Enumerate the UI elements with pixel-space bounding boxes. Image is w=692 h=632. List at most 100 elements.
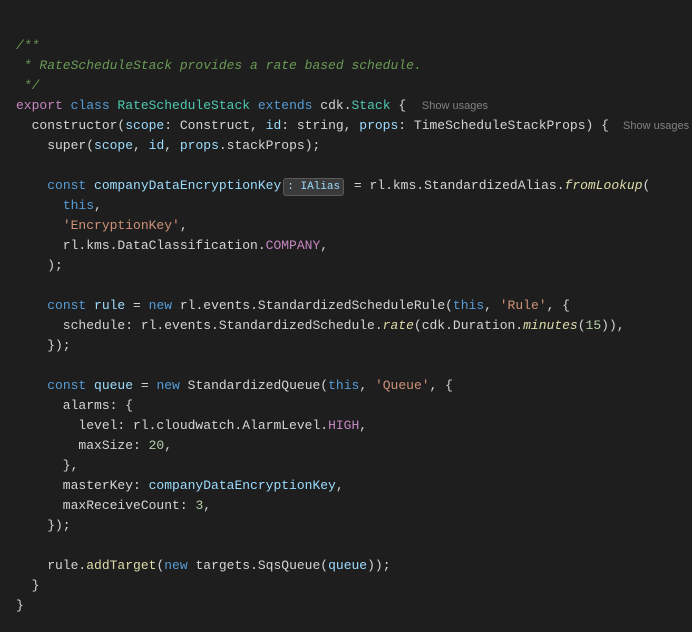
code-token: COMPANY xyxy=(266,236,321,256)
code-line: super(scope, id, props.stackProps); xyxy=(0,136,692,156)
code-token: StandardizedQueue( xyxy=(188,376,328,396)
code-line: alarms: { xyxy=(0,396,692,416)
code-token: , { xyxy=(430,376,453,396)
code-token: }); xyxy=(16,336,71,356)
code-token: 'Queue' xyxy=(375,376,430,396)
code-line: }); xyxy=(0,336,692,356)
code-token: , xyxy=(203,496,211,516)
code-token: new xyxy=(164,556,195,576)
code-line: maxReceiveCount: 3, xyxy=(0,496,692,516)
code-token: this xyxy=(453,296,484,316)
code-token: export xyxy=(16,96,71,116)
code-line: rl.kms.DataClassification.COMPANY, xyxy=(0,236,692,256)
code-token: rule. xyxy=(16,556,86,576)
code-token: * RateScheduleStack provides a rate base… xyxy=(16,56,422,76)
code-token: /** xyxy=(16,36,39,56)
code-line xyxy=(0,276,692,296)
code-token: rl.events.StandardizedScheduleRule( xyxy=(180,296,453,316)
code-token: ); xyxy=(16,256,63,276)
code-token: : Construct, xyxy=(164,116,265,136)
code-line xyxy=(0,356,692,376)
code-token: props xyxy=(359,116,398,136)
code-token: maxSize: xyxy=(16,436,149,456)
code-token: } xyxy=(16,576,39,596)
code-token: Stack xyxy=(352,96,391,116)
code-line: rule.addTarget(new targets.SqsQueue(queu… xyxy=(0,556,692,576)
code-token: cdk xyxy=(320,96,343,116)
code-token: props xyxy=(180,136,219,156)
keyword-const: const xyxy=(47,176,94,196)
code-text: ( xyxy=(643,176,651,196)
code-token xyxy=(16,196,63,216)
code-line: */ xyxy=(0,76,692,96)
code-token: minutes xyxy=(523,316,578,336)
code-line: const queue = new StandardizedQueue(this… xyxy=(0,376,692,396)
code-line: 'EncryptionKey', xyxy=(0,216,692,236)
variable-name: companyDataEncryptionKey xyxy=(94,176,281,196)
code-token: , xyxy=(164,136,180,156)
code-token: maxReceiveCount: xyxy=(16,496,195,516)
code-token: scope xyxy=(94,136,133,156)
code-token: scope xyxy=(125,116,164,136)
code-token xyxy=(16,296,47,316)
code-token: RateScheduleStack xyxy=(117,96,257,116)
code-token: , xyxy=(484,296,500,316)
code-token: 3 xyxy=(195,496,203,516)
code-token: { xyxy=(391,96,414,116)
code-token: this xyxy=(63,196,94,216)
code-token: .stackProps); xyxy=(219,136,320,156)
code-token: targets.SqsQueue( xyxy=(195,556,328,576)
code-token: rate xyxy=(383,316,414,336)
code-line: export class RateScheduleStack extends c… xyxy=(0,96,692,116)
code-line: maxSize: 20, xyxy=(0,436,692,456)
code-token: const xyxy=(47,376,94,396)
code-token xyxy=(16,216,63,236)
code-line: this, xyxy=(0,196,692,216)
show-usages-link[interactable]: Show usages xyxy=(617,118,689,135)
code-token: */ xyxy=(16,76,39,96)
code-token: . xyxy=(344,96,352,116)
code-line: constructor(scope: Construct, id: string… xyxy=(0,116,692,136)
code-token: rl.kms.DataClassification. xyxy=(16,236,266,256)
code-token: queue xyxy=(328,556,367,576)
code-token: )), xyxy=(601,316,624,336)
code-token: , xyxy=(180,216,188,236)
code-token: , xyxy=(164,436,172,456)
code-token: , xyxy=(133,136,149,156)
code-token: extends xyxy=(258,96,320,116)
code-token: : TimeScheduleStackProps) { xyxy=(398,116,609,136)
type-badge: : IAlias xyxy=(283,178,344,197)
code-token: , { xyxy=(547,296,570,316)
code-token: , xyxy=(320,236,328,256)
code-token: }, xyxy=(16,456,78,476)
code-token: const xyxy=(47,296,94,316)
code-line: * RateScheduleStack provides a rate base… xyxy=(0,56,692,76)
code-token: , xyxy=(359,376,375,396)
code-viewer: /** * RateScheduleStack provides a rate … xyxy=(0,12,692,620)
code-token: } xyxy=(16,596,24,616)
code-line xyxy=(0,156,692,176)
code-token: rule xyxy=(94,296,125,316)
code-token: level: rl.cloudwatch.AlarmLevel. xyxy=(16,416,328,436)
code-token: , xyxy=(336,476,344,496)
code-text: = rl.kms.StandardizedAlias. xyxy=(346,176,564,196)
code-line: }); xyxy=(0,516,692,536)
code-line: const rule = new rl.events.StandardizedS… xyxy=(0,296,692,316)
code-line: masterKey: companyDataEncryptionKey, xyxy=(0,476,692,496)
code-token: 15 xyxy=(586,316,602,336)
code-token: }); xyxy=(16,516,71,536)
code-token: ( xyxy=(156,556,164,576)
code-token: new xyxy=(156,376,187,396)
method-name: fromLookup xyxy=(565,176,643,196)
code-token: addTarget xyxy=(86,556,156,576)
code-token: HIGH xyxy=(328,416,359,436)
code-token: 20 xyxy=(149,436,165,456)
code-line: } xyxy=(0,576,692,596)
code-token: : string, xyxy=(281,116,359,136)
code-token: class xyxy=(71,96,118,116)
code-token: queue xyxy=(94,376,133,396)
show-usages-link[interactable]: Show usages xyxy=(422,98,488,115)
code-token: )); xyxy=(367,556,390,576)
code-token: , xyxy=(359,416,367,436)
code-line: level: rl.cloudwatch.AlarmLevel.HIGH, xyxy=(0,416,692,436)
